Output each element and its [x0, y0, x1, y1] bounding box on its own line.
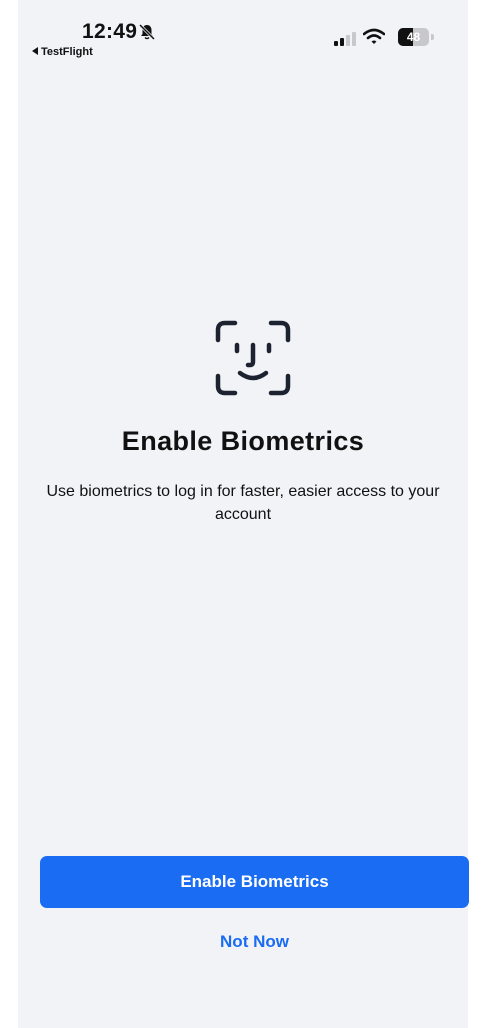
app-screen: 12:49 TestFlight 48 Enable Biometrics Us… — [18, 0, 469, 1028]
not-now-button[interactable]: Not Now — [178, 926, 331, 958]
back-arrow-icon — [32, 47, 38, 55]
status-time: 12:49 — [82, 20, 138, 43]
battery-icon: 48 — [398, 28, 434, 46]
back-to-app-link[interactable]: TestFlight — [32, 46, 93, 58]
wifi-icon — [363, 28, 385, 44]
enable-biometrics-button[interactable]: Enable Biometrics — [40, 856, 469, 908]
page-subtitle: Use biometrics to log in for faster, eas… — [46, 483, 440, 523]
battery-level: 48 — [406, 30, 421, 44]
bell-slash-icon — [138, 23, 156, 41]
status-bar: 12:49 TestFlight 48 — [18, 0, 468, 70]
page-title: Enable Biometrics — [121, 426, 365, 456]
face-id-icon — [215, 320, 291, 396]
signal-icon — [334, 32, 356, 46]
back-app-label: TestFlight — [41, 46, 93, 58]
